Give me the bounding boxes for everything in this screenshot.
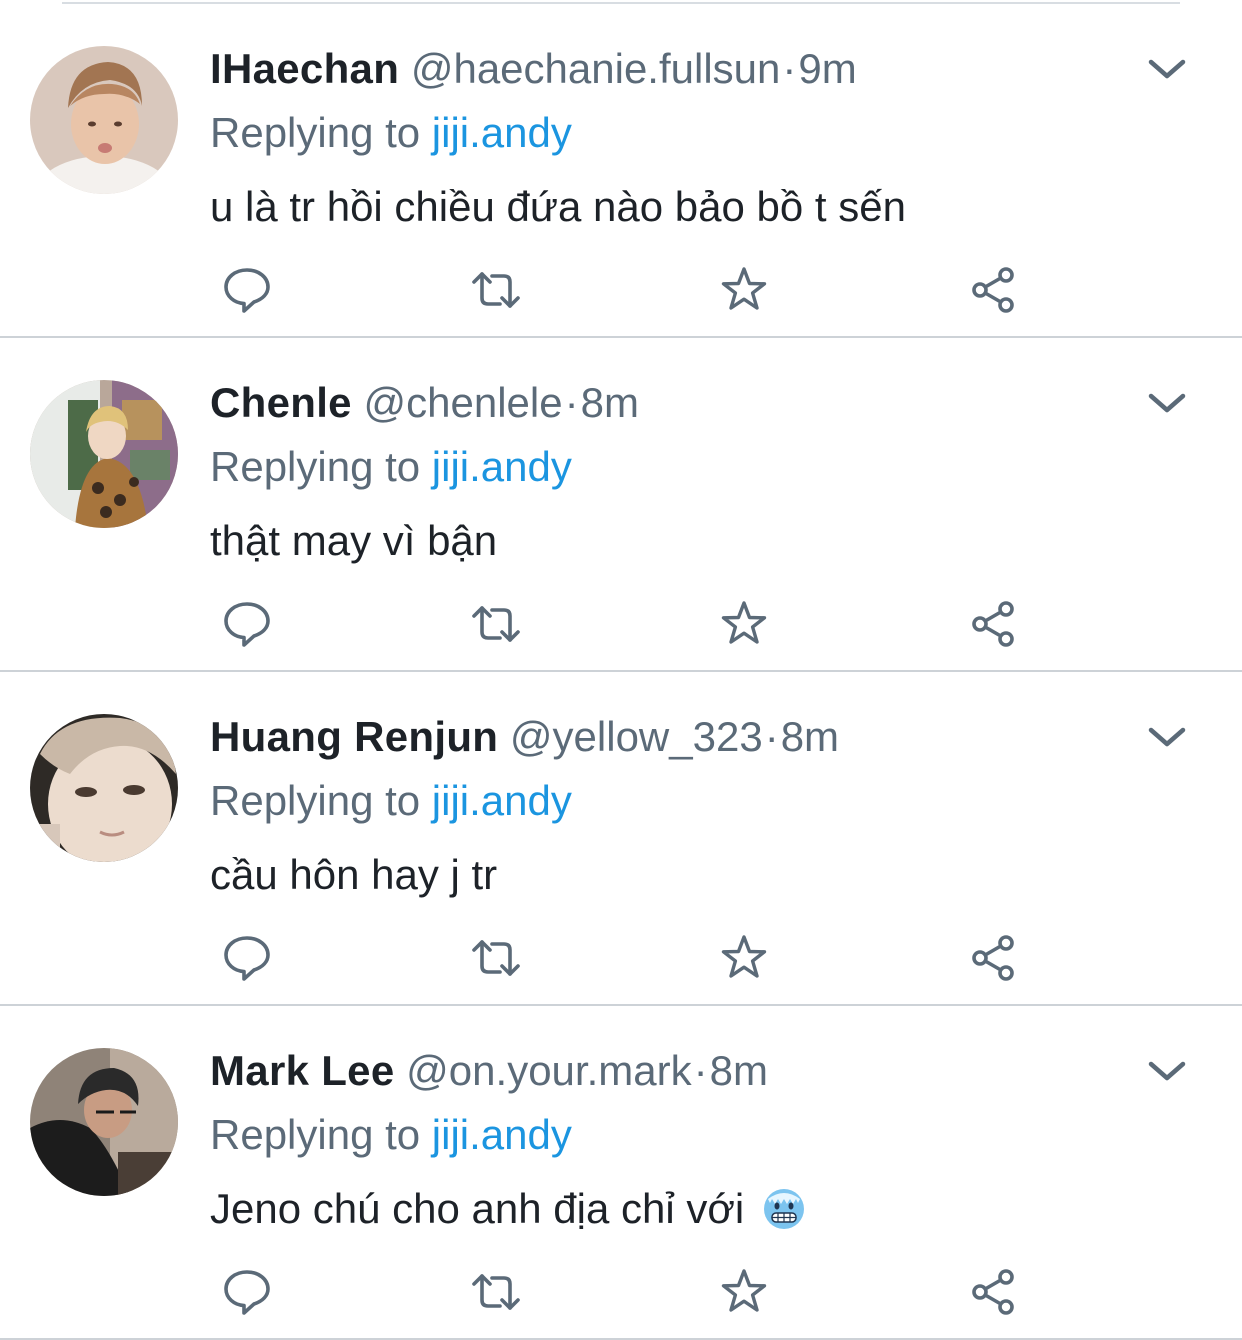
reply-button[interactable] xyxy=(219,930,275,986)
action-bar xyxy=(0,262,1242,318)
retweet-icon xyxy=(472,1274,520,1310)
action-bar xyxy=(0,930,1242,986)
timestamp[interactable]: 8m xyxy=(710,1047,768,1094)
separator-dot: · xyxy=(564,379,579,426)
retweet-button[interactable] xyxy=(468,1264,524,1320)
replying-prefix: Replying to xyxy=(210,443,432,490)
timestamp[interactable]: 8m xyxy=(581,379,639,426)
separator-dot: · xyxy=(782,45,797,92)
replying-to-line: Replying to jiji.andy xyxy=(210,1110,572,1160)
star-icon xyxy=(721,935,767,978)
timestamp[interactable]: 8m xyxy=(781,713,839,760)
reply-button[interactable] xyxy=(219,1264,275,1320)
display-name[interactable]: IHaechan xyxy=(210,45,399,92)
avatar[interactable] xyxy=(30,714,178,862)
user-handle[interactable]: @chenlele xyxy=(364,379,563,426)
retweet-button[interactable] xyxy=(468,596,524,652)
share-button[interactable] xyxy=(965,1264,1021,1320)
avatar-photo xyxy=(30,714,178,862)
share-button[interactable] xyxy=(965,930,1021,986)
display-name[interactable]: Chenle xyxy=(210,379,352,426)
tweet-text: cầu hôn hay j tr xyxy=(210,851,498,898)
display-name[interactable]: Mark Lee xyxy=(210,1047,395,1094)
user-handle[interactable]: @on.your.mark xyxy=(406,1047,691,1094)
replying-prefix: Replying to xyxy=(210,777,432,824)
timestamp[interactable]: 9m xyxy=(798,45,856,92)
tweet[interactable]: IHaechan @haechanie.fullsun·9m Replying … xyxy=(0,4,1242,338)
share-button[interactable] xyxy=(965,596,1021,652)
share-icon xyxy=(972,267,1014,313)
replying-to-line: Replying to jiji.andy xyxy=(210,776,572,826)
tweet-text-line: Jeno chú cho anh địa chỉ với xyxy=(210,1184,806,1234)
tweet[interactable]: Huang Renjun @yellow_323·8m Replying to … xyxy=(0,672,1242,1006)
share-button[interactable] xyxy=(965,262,1021,318)
share-icon xyxy=(972,935,1014,981)
avatar-photo xyxy=(30,380,178,528)
avatar[interactable] xyxy=(30,46,178,194)
avatar-photo xyxy=(30,46,178,194)
reply-icon xyxy=(224,1270,270,1315)
like-button[interactable] xyxy=(716,930,772,986)
tweet[interactable]: Mark Lee @on.your.mark·8m Replying to ji… xyxy=(0,1006,1242,1340)
reply-button[interactable] xyxy=(219,596,275,652)
reply-icon xyxy=(224,936,270,981)
chevron-down-icon[interactable] xyxy=(1146,388,1188,418)
action-bar xyxy=(0,1264,1242,1320)
replying-to-link[interactable]: jiji.andy xyxy=(432,443,572,490)
replying-to-link[interactable]: jiji.andy xyxy=(432,109,572,156)
chevron-down-icon[interactable] xyxy=(1146,54,1188,84)
tweet-header: Huang Renjun @yellow_323·8m xyxy=(210,712,839,762)
share-icon xyxy=(972,1269,1014,1315)
avatar[interactable] xyxy=(30,380,178,528)
separator-dot: · xyxy=(693,1047,708,1094)
avatar[interactable] xyxy=(30,1048,178,1196)
like-button[interactable] xyxy=(716,596,772,652)
replying-prefix: Replying to xyxy=(210,1111,432,1158)
retweet-icon xyxy=(472,940,520,976)
star-icon xyxy=(721,267,767,310)
star-icon xyxy=(721,601,767,644)
replying-to-line: Replying to jiji.andy xyxy=(210,108,572,158)
replying-to-line: Replying to jiji.andy xyxy=(210,442,572,492)
chevron-down-icon[interactable] xyxy=(1146,1056,1188,1086)
retweet-button[interactable] xyxy=(468,930,524,986)
freezing-face-emoji xyxy=(763,1189,804,1229)
user-handle[interactable]: @yellow_323 xyxy=(510,713,763,760)
chevron-down-icon[interactable] xyxy=(1146,722,1188,752)
replying-to-link[interactable]: jiji.andy xyxy=(432,777,572,824)
separator-dot: · xyxy=(764,713,779,760)
reply-button[interactable] xyxy=(219,262,275,318)
like-button[interactable] xyxy=(716,1264,772,1320)
replying-to-link[interactable]: jiji.andy xyxy=(432,1111,572,1158)
avatar-photo xyxy=(30,1048,178,1196)
tweet-header: Mark Lee @on.your.mark·8m xyxy=(210,1046,768,1096)
user-handle[interactable]: @haechanie.fullsun xyxy=(411,45,781,92)
reply-icon xyxy=(224,602,270,647)
display-name[interactable]: Huang Renjun xyxy=(210,713,498,760)
action-bar xyxy=(0,596,1242,652)
tweet[interactable]: Chenle @chenlele·8m Replying to jiji.and… xyxy=(0,338,1242,672)
like-button[interactable] xyxy=(716,262,772,318)
replying-prefix: Replying to xyxy=(210,109,432,156)
retweet-icon xyxy=(472,606,520,642)
tweet-text: thật may vì bận xyxy=(210,517,498,564)
star-icon xyxy=(721,1269,767,1312)
reply-icon xyxy=(224,268,270,313)
tweet-header: Chenle @chenlele·8m xyxy=(210,378,639,428)
share-icon xyxy=(972,601,1014,647)
tweet-header: IHaechan @haechanie.fullsun·9m xyxy=(210,44,857,94)
tweet-text: u là tr hồi chiều đứa nào bảo bồ t sến xyxy=(210,183,906,230)
retweet-button[interactable] xyxy=(468,262,524,318)
tweet-text: Jeno chú cho anh địa chỉ với xyxy=(210,1185,745,1232)
retweet-icon xyxy=(472,272,520,308)
reply-feed: IHaechan @haechanie.fullsun·9m Replying … xyxy=(0,0,1242,1340)
